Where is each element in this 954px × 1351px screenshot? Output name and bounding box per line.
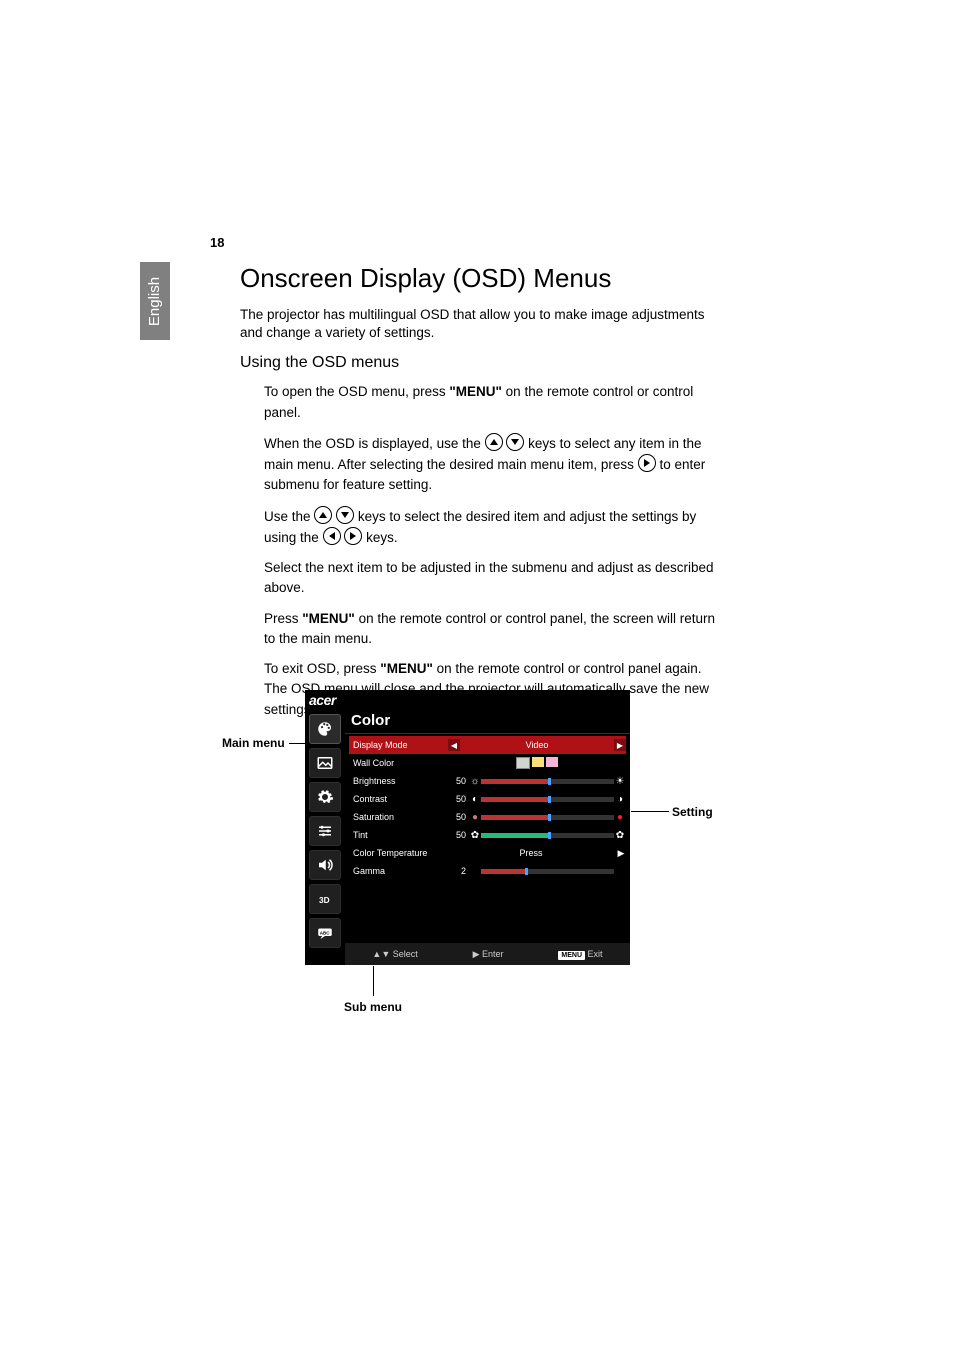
3d-icon: 3D — [316, 890, 334, 908]
osd-submenu: Color Display Mode ◀ Video ▶ Wall Color — [345, 712, 630, 965]
step-3: Use the keys to select the desired item … — [240, 506, 720, 549]
section-subheading: Using the OSD menus — [240, 354, 720, 372]
main-menu-audio[interactable] — [309, 850, 341, 880]
page-number: 18 — [210, 235, 224, 250]
intro-paragraph: The projector has multilingual OSD that … — [240, 306, 720, 342]
hint-select: ▲▼ Select — [372, 949, 417, 959]
contrast-high-icon: ◑ — [614, 793, 626, 805]
row-display-mode[interactable]: Display Mode ◀ Video ▶ — [349, 736, 626, 754]
row-color-temperature[interactable]: Color Temperature Press ▶ — [349, 844, 626, 862]
palette-icon — [316, 720, 334, 738]
main-menu-3d[interactable]: 3D — [309, 884, 341, 914]
main-menu-setting[interactable] — [309, 782, 341, 812]
left-arrow-icon[interactable]: ◀ — [448, 739, 460, 751]
osd-main-menu: 3D ABC — [305, 712, 345, 965]
language-tab: English — [140, 262, 170, 340]
svg-text:3D: 3D — [319, 896, 330, 905]
step-2: When the OSD is displayed, use the keys … — [240, 433, 720, 496]
brightness-slider[interactable] — [481, 779, 614, 784]
left-key-icon — [323, 527, 341, 545]
callout-setting: Setting — [672, 805, 713, 819]
osd-brand-bar: acer — [305, 690, 630, 712]
brightness-high-icon: ☀ — [614, 775, 626, 787]
right-key-icon — [638, 454, 656, 472]
contrast-slider[interactable] — [481, 797, 614, 802]
contrast-low-icon: ◐ — [469, 793, 481, 805]
saturation-high-icon: ● — [614, 811, 626, 823]
hint-enter: ▶ Enter — [473, 949, 504, 960]
tint-high-icon: ✿ — [614, 829, 626, 841]
gear-icon — [316, 788, 334, 806]
wall-color-swatches — [516, 757, 558, 769]
main-menu-color[interactable] — [309, 714, 341, 744]
step-1: To open the OSD menu, press "MENU" on th… — [240, 382, 720, 423]
language-tab-text: English — [147, 276, 164, 325]
main-menu-language[interactable]: ABC — [309, 918, 341, 948]
row-gamma[interactable]: Gamma 2 — [349, 862, 626, 880]
row-saturation[interactable]: Saturation 50 ● ● — [349, 808, 626, 826]
tint-slider[interactable] — [481, 833, 614, 838]
row-brightness[interactable]: Brightness 50 ☼ ☀ — [349, 772, 626, 790]
page-title: Onscreen Display (OSD) Menus — [240, 263, 720, 294]
step-4: Select the next item to be adjusted in t… — [240, 558, 720, 599]
image-icon — [316, 754, 334, 772]
right-arrow-icon[interactable]: ▶ — [616, 848, 626, 859]
osd-panel: acer 3D — [305, 690, 630, 965]
gamma-slider[interactable] — [481, 869, 614, 874]
right-arrow-icon[interactable]: ▶ — [614, 739, 626, 751]
up-key-icon — [485, 433, 503, 451]
saturation-slider[interactable] — [481, 815, 614, 820]
osd-hint-bar: ▲▼ Select ▶ Enter MENU Exit — [345, 943, 630, 965]
acer-logo: acer — [309, 692, 336, 708]
callout-main-menu: Main menu — [222, 736, 285, 750]
callout-line — [289, 743, 306, 744]
tint-low-icon: ✿ — [469, 829, 481, 841]
callout-sub-menu: Sub menu — [344, 1000, 402, 1014]
saturation-low-icon: ● — [469, 811, 481, 823]
osd-screenshot: acer 3D — [305, 690, 650, 970]
color-temp-value: Press — [448, 848, 614, 858]
speaker-icon — [316, 856, 334, 874]
up-key-icon — [314, 506, 332, 524]
sliders-icon — [316, 822, 334, 840]
osd-menu-title: Color — [345, 712, 630, 734]
right-key-icon — [344, 527, 362, 545]
row-contrast[interactable]: Contrast 50 ◐ ◑ — [349, 790, 626, 808]
main-menu-image[interactable] — [309, 748, 341, 778]
svg-text:ABC: ABC — [320, 931, 330, 936]
brightness-low-icon: ☼ — [469, 775, 481, 787]
content-area: Onscreen Display (OSD) Menus The project… — [240, 263, 720, 730]
hint-exit: MENU Exit — [558, 949, 602, 959]
row-tint[interactable]: Tint 50 ✿ ✿ — [349, 826, 626, 844]
callout-line — [373, 966, 374, 996]
down-key-icon — [336, 506, 354, 524]
abc-icon: ABC — [316, 924, 334, 942]
down-key-icon — [506, 433, 524, 451]
display-mode-value: Video — [462, 740, 612, 750]
row-wall-color[interactable]: Wall Color — [349, 754, 626, 772]
main-menu-management[interactable] — [309, 816, 341, 846]
step-5: Press "MENU" on the remote control or co… — [240, 609, 720, 650]
